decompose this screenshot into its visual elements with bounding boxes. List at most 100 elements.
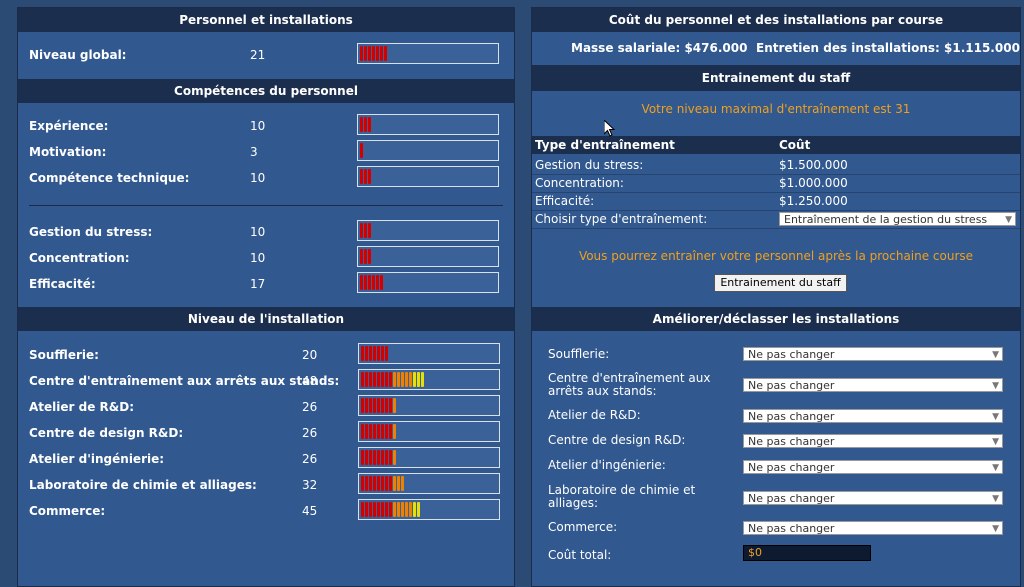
panel-header-staff-facilities: Personnel et installations — [18, 8, 514, 32]
bar-segment — [377, 346, 380, 361]
bar-segment — [393, 476, 396, 491]
bar-segment — [373, 450, 376, 465]
bar-segment — [393, 372, 396, 387]
overall-level-value: 21 — [250, 48, 266, 62]
upgrade-facility-select[interactable]: Ne pas changer ▼ — [743, 347, 1003, 361]
level-label: Concentration: — [29, 251, 130, 265]
level-bar — [358, 473, 500, 494]
bar-segment — [385, 424, 388, 439]
level-label: Efficacité: — [29, 277, 96, 291]
train-staff-button[interactable]: Entrainement du staff — [714, 274, 847, 292]
costs-training-panel: Coût du personnel et des installations p… — [531, 7, 1021, 587]
bar-segment — [389, 476, 392, 491]
bar-segment — [381, 424, 384, 439]
upgrade-facility-select[interactable]: Ne pas changer ▼ — [743, 460, 1003, 474]
overall-level-label: Niveau global: — [29, 48, 127, 62]
level-label: Commerce: — [29, 504, 106, 518]
bar-segment — [368, 249, 371, 264]
choose-training-label: Choisir type d'entraînement: — [535, 212, 708, 226]
level-label: Expérience: — [29, 119, 109, 133]
level-value: 3 — [250, 145, 258, 159]
bar-segment — [377, 372, 380, 387]
training-type-cell: Efficacité: — [535, 194, 595, 208]
bar-segment — [377, 502, 380, 517]
bar-segment — [361, 398, 364, 413]
bar-segment — [361, 346, 364, 361]
bar-segment — [368, 117, 371, 132]
bar-segment — [365, 502, 368, 517]
training-table-row: Efficacité: $1.250.000 — [532, 192, 1020, 211]
bar-segment — [365, 398, 368, 413]
bar-segment — [393, 502, 396, 517]
bar-segment — [368, 169, 371, 184]
bar-segment — [361, 450, 364, 465]
bar-segment — [401, 502, 404, 517]
bar-segment — [385, 372, 388, 387]
bar-segment — [393, 424, 396, 439]
bar-segment — [360, 46, 363, 61]
bar-segment — [361, 502, 364, 517]
bar-segment — [381, 372, 384, 387]
bar-segment — [405, 372, 408, 387]
bar-segment — [377, 450, 380, 465]
panel-header-staff-training: Entrainement du staff — [532, 65, 1020, 91]
chevron-down-icon: ▼ — [992, 437, 999, 447]
bar-segment — [417, 372, 420, 387]
bar-segment — [369, 346, 372, 361]
upgrade-facility-label: Atelier d'ingénierie: — [548, 458, 666, 472]
training-cost-cell: $1.000.000 — [779, 176, 848, 190]
level-value: 10 — [250, 171, 266, 185]
bar-segment — [373, 346, 376, 361]
bar-segment — [364, 46, 367, 61]
chevron-down-icon: ▼ — [992, 524, 999, 534]
bar-segment — [377, 476, 380, 491]
level-label: Laboratoire de chimie et alliages: — [29, 478, 257, 492]
upgrade-facility-select[interactable]: Ne pas changer ▼ — [743, 521, 1003, 535]
training-type-column-header: Type d'entraînement — [535, 138, 675, 152]
upgrade-facility-select[interactable]: Ne pas changer ▼ — [743, 434, 1003, 448]
bar-segment — [385, 346, 388, 361]
bar-segment — [360, 117, 363, 132]
bar-segment — [389, 372, 392, 387]
level-bar — [357, 140, 499, 161]
bar-segment — [397, 502, 400, 517]
level-value: 26 — [302, 452, 318, 466]
bar-segment — [368, 223, 371, 238]
bar-segment — [385, 476, 388, 491]
bar-segment — [385, 450, 388, 465]
level-label: Gestion du stress: — [29, 225, 153, 239]
training-type-cell: Concentration: — [535, 176, 624, 190]
bar-segment — [369, 450, 372, 465]
level-value: 26 — [302, 400, 318, 414]
level-value: 10 — [250, 225, 266, 239]
upgrade-facility-select[interactable]: Ne pas changer ▼ — [743, 491, 1003, 505]
bar-segment — [364, 275, 367, 290]
bar-segment — [401, 372, 404, 387]
bar-segment — [369, 502, 372, 517]
bar-segment — [385, 502, 388, 517]
chevron-down-icon: ▼ — [1005, 215, 1012, 225]
upgrade-facility-selected: Ne pas changer — [748, 461, 835, 474]
bar-segment — [393, 398, 396, 413]
bar-segment — [360, 275, 363, 290]
bar-segment — [368, 46, 371, 61]
training-type-select[interactable]: Entraînement de la gestion du stress ▼ — [779, 212, 1016, 226]
chevron-down-icon: ▼ — [992, 463, 999, 473]
training-cost-column-header: Coût — [779, 138, 811, 152]
training-table-row: Gestion du stress: $1.500.000 — [532, 156, 1020, 175]
bar-segment — [373, 372, 376, 387]
level-value: 10 — [250, 251, 266, 265]
level-value: 26 — [302, 426, 318, 440]
chevron-down-icon: ▼ — [992, 412, 999, 422]
bar-segment — [372, 46, 375, 61]
level-bar — [358, 395, 500, 416]
bar-segment — [369, 398, 372, 413]
level-bar — [357, 272, 499, 293]
upgrade-facility-select[interactable]: Ne pas changer ▼ — [743, 378, 1003, 392]
level-label: Centre de design R&D: — [29, 426, 184, 440]
bar-segment — [364, 249, 367, 264]
bar-segment — [377, 398, 380, 413]
upgrade-facility-select[interactable]: Ne pas changer ▼ — [743, 409, 1003, 423]
upgrade-facility-label: Laboratoire de chimie et alliages: — [548, 483, 696, 510]
total-cost-label: Coût total: — [548, 548, 612, 562]
